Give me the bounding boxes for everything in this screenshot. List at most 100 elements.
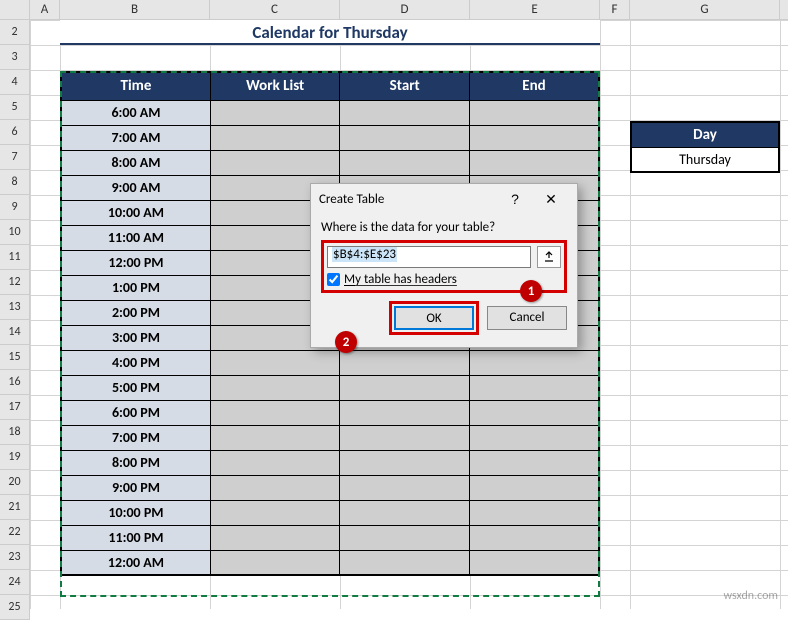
row-header[interactable]: 8 (0, 170, 30, 195)
col-header-a[interactable]: A (30, 0, 60, 19)
row-header[interactable]: 16 (0, 370, 30, 395)
row-header[interactable]: 14 (0, 320, 30, 345)
row-header-corner[interactable] (0, 0, 30, 19)
table-row[interactable]: 8:00 PM (61, 450, 599, 475)
col-header-e[interactable]: E (470, 0, 600, 19)
time-cell[interactable]: 10:00 PM (61, 500, 210, 525)
empty-cell[interactable] (469, 500, 599, 525)
time-cell[interactable]: 2:00 PM (61, 300, 210, 325)
time-cell[interactable]: 3:00 PM (61, 325, 210, 350)
table-row[interactable]: 6:00 AM (61, 100, 599, 125)
empty-cell[interactable] (210, 500, 340, 525)
col-header-b[interactable]: B (60, 0, 210, 19)
row-header[interactable]: 10 (0, 220, 30, 245)
empty-cell[interactable] (340, 350, 470, 375)
time-cell[interactable]: 12:00 AM (61, 550, 210, 575)
row-header[interactable]: 5 (0, 95, 30, 120)
row-header[interactable]: 20 (0, 470, 30, 495)
empty-cell[interactable] (340, 150, 470, 175)
ok-button[interactable]: OK (394, 306, 474, 330)
time-cell[interactable]: 1:00 PM (61, 275, 210, 300)
table-row[interactable]: 7:00 PM (61, 425, 599, 450)
help-button[interactable]: ? (497, 186, 533, 212)
empty-cell[interactable] (469, 475, 599, 500)
row-header[interactable]: 13 (0, 295, 30, 320)
empty-cell[interactable] (469, 100, 599, 125)
table-row[interactable]: 9:00 PM (61, 475, 599, 500)
th-day[interactable]: Day (631, 122, 779, 147)
row-header[interactable]: 17 (0, 395, 30, 420)
row-header[interactable]: 4 (0, 70, 30, 95)
headers-checkbox[interactable] (327, 273, 340, 286)
headers-checkbox-label[interactable]: My table has headers (344, 272, 457, 287)
empty-cell[interactable] (210, 450, 340, 475)
empty-cell[interactable] (210, 425, 340, 450)
empty-cell[interactable] (210, 375, 340, 400)
row-header[interactable]: 7 (0, 145, 30, 170)
time-cell[interactable]: 11:00 PM (61, 525, 210, 550)
grid-area[interactable]: Calendar for Thursday Time Work List Sta… (30, 20, 788, 620)
table-row[interactable]: 6:00 PM (61, 400, 599, 425)
empty-cell[interactable] (340, 100, 470, 125)
empty-cell[interactable] (210, 475, 340, 500)
empty-cell[interactable] (210, 400, 340, 425)
cancel-button[interactable]: Cancel (487, 306, 567, 330)
th-end[interactable]: End (469, 72, 599, 100)
empty-cell[interactable] (210, 150, 340, 175)
time-cell[interactable]: 9:00 AM (61, 175, 210, 200)
empty-cell[interactable] (210, 125, 340, 150)
empty-cell[interactable] (469, 525, 599, 550)
empty-cell[interactable] (469, 150, 599, 175)
td-day[interactable]: Thursday (631, 147, 779, 172)
table-row[interactable]: 8:00 AM (61, 150, 599, 175)
dialog-titlebar[interactable]: Create Table ? ✕ (311, 184, 577, 214)
row-header[interactable]: 15 (0, 345, 30, 370)
time-cell[interactable]: 4:00 PM (61, 350, 210, 375)
range-input[interactable]: $B$4:$E$23 (327, 246, 531, 268)
empty-cell[interactable] (210, 350, 340, 375)
time-cell[interactable]: 12:00 PM (61, 250, 210, 275)
th-time[interactable]: Time (61, 72, 210, 100)
th-work[interactable]: Work List (210, 72, 340, 100)
empty-cell[interactable] (469, 350, 599, 375)
table-row[interactable]: 12:00 AM (61, 550, 599, 575)
time-cell[interactable]: 6:00 PM (61, 400, 210, 425)
empty-cell[interactable] (469, 125, 599, 150)
empty-cell[interactable] (469, 450, 599, 475)
time-cell[interactable]: 7:00 PM (61, 425, 210, 450)
empty-cell[interactable] (210, 550, 340, 575)
time-cell[interactable]: 8:00 AM (61, 150, 210, 175)
row-header[interactable]: 25 (0, 595, 30, 620)
empty-cell[interactable] (340, 450, 470, 475)
row-header[interactable]: 2 (0, 20, 30, 45)
empty-cell[interactable] (340, 475, 470, 500)
time-cell[interactable]: 6:00 AM (61, 100, 210, 125)
col-header-c[interactable]: C (210, 0, 340, 19)
table-row[interactable]: 4:00 PM (61, 350, 599, 375)
time-cell[interactable]: 8:00 PM (61, 450, 210, 475)
row-header[interactable]: 3 (0, 45, 30, 70)
empty-cell[interactable] (469, 400, 599, 425)
table-row[interactable]: 11:00 PM (61, 525, 599, 550)
table-row[interactable]: 5:00 PM (61, 375, 599, 400)
empty-cell[interactable] (340, 550, 470, 575)
empty-cell[interactable] (340, 400, 470, 425)
row-header[interactable]: 9 (0, 195, 30, 220)
col-header-f[interactable]: F (600, 0, 630, 19)
collapse-range-button[interactable] (537, 246, 561, 268)
empty-cell[interactable] (340, 425, 470, 450)
row-header[interactable]: 12 (0, 270, 30, 295)
empty-cell[interactable] (469, 375, 599, 400)
empty-cell[interactable] (210, 525, 340, 550)
col-header-g[interactable]: G (630, 0, 780, 19)
time-cell[interactable]: 10:00 AM (61, 200, 210, 225)
day-table[interactable]: Day Thursday (630, 121, 780, 173)
time-cell[interactable]: 5:00 PM (61, 375, 210, 400)
empty-cell[interactable] (469, 550, 599, 575)
row-header[interactable]: 21 (0, 495, 30, 520)
row-header[interactable]: 23 (0, 545, 30, 570)
row-header[interactable]: 19 (0, 445, 30, 470)
table-row[interactable]: 10:00 PM (61, 500, 599, 525)
empty-cell[interactable] (340, 125, 470, 150)
empty-cell[interactable] (340, 525, 470, 550)
